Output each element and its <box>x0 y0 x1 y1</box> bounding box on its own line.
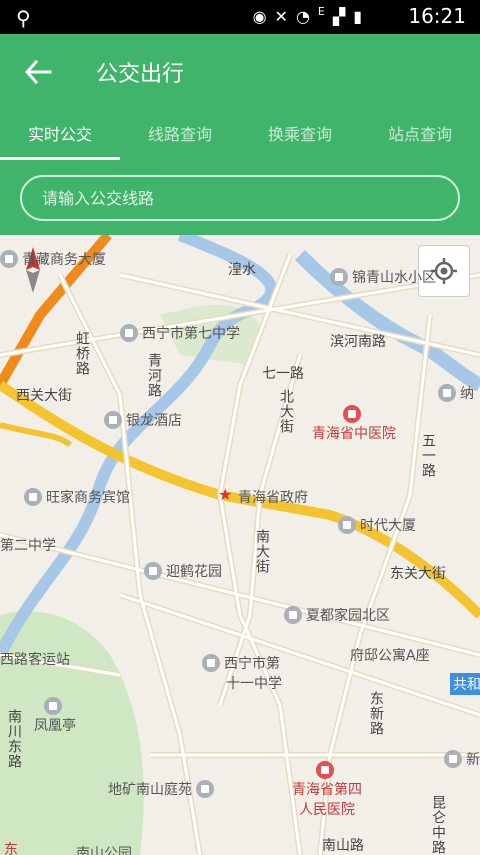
wifi-icon: ◔ <box>295 7 310 26</box>
poi-residential[interactable]: 府邸公寓A座 <box>350 645 430 665</box>
poi-residential[interactable]: 夏都家园北区 <box>284 605 390 625</box>
app: ⚲ ◉ ✕ ◔ E ▞ ▮ 16:21 公交出行 实时公交 线路查询 换乘查询 … <box>0 0 480 855</box>
road-label: 五一路 <box>420 433 436 478</box>
poi-school[interactable]: 西宁市第 <box>202 653 280 673</box>
poi-building[interactable]: 纳 <box>438 383 474 403</box>
tab-stop-search[interactable]: 站点查询 <box>360 120 480 164</box>
poi-residential[interactable]: 地矿南山庭苑 <box>108 779 218 799</box>
tab-route-search[interactable]: 线路查询 <box>120 120 240 164</box>
signal-icon: ▞ <box>332 7 346 26</box>
usb-icon: ⚲ <box>16 6 31 30</box>
battery-icon: ▮ <box>353 7 362 26</box>
status-icons: ◉ ✕ ◔ E ▞ ▮ <box>252 5 362 27</box>
road-label: 北大街 <box>278 389 294 434</box>
poi-school[interactable]: 第二中学 <box>0 535 56 555</box>
active-tab-indicator <box>0 157 120 160</box>
poi-building[interactable]: 时代大厦 <box>338 515 416 535</box>
poi-park[interactable]: 南山公园 <box>76 843 132 855</box>
header: 公交出行 实时公交 线路查询 换乘查询 站点查询 <box>0 34 480 235</box>
road-label: 东 <box>4 842 18 855</box>
back-arrow-icon[interactable] <box>22 56 54 88</box>
poi-scenic[interactable]: 凤凰亭 <box>34 697 76 735</box>
map-base: ★ <box>0 235 480 855</box>
poi-hospital[interactable]: 青海省中医院 <box>312 405 396 443</box>
poi-residential[interactable]: 迎鹤花园 <box>144 561 222 581</box>
poi-hotel[interactable]: 旺家商务宾馆 <box>24 487 130 507</box>
poi-school[interactable]: 十一中学 <box>226 673 282 693</box>
road-label: 昆仑中路 <box>430 795 446 855</box>
map-view[interactable]: ★ 青藏商务大厦 锦青山水小区 西宁市第七中学 纳 银龙酒店 青海省中医院 旺家… <box>0 235 480 855</box>
network-type: E <box>317 5 325 18</box>
road-label: 东新路 <box>368 691 384 736</box>
search-box[interactable] <box>20 175 460 221</box>
page-title: 公交出行 <box>96 62 185 87</box>
road-label: 南大街 <box>254 529 270 574</box>
road-label: 七一路 <box>262 366 304 382</box>
road-label: 青河路 <box>146 353 162 398</box>
government-star-icon: ★ <box>218 485 232 504</box>
road-label: 东关大街 <box>390 566 446 582</box>
poi-station[interactable]: 西路客运站 <box>0 649 70 669</box>
road-label: 湟水 <box>228 262 256 278</box>
poi-building[interactable]: 锦青山水小区 <box>330 267 436 287</box>
road-label: 滨河南路 <box>330 334 386 350</box>
road-sign-gonghe: 共和 <box>450 673 480 695</box>
tab-transfer-search[interactable]: 换乘查询 <box>240 120 360 164</box>
search-input[interactable] <box>22 177 458 219</box>
poi-government[interactable]: 青海省政府 <box>238 487 308 507</box>
poi-school[interactable]: 西宁市第七中学 <box>120 323 240 343</box>
poi-building[interactable]: 新 <box>444 749 480 769</box>
road-label: 南川东路 <box>6 709 22 769</box>
poi-hotel[interactable]: 银龙酒店 <box>104 410 182 430</box>
poi-building[interactable]: 青藏商务大厦 <box>0 249 106 269</box>
status-time: 16:21 <box>408 4 466 28</box>
eye-icon: ◉ <box>252 7 267 26</box>
poi-hospital[interactable]: 青海省第四 人民医院 <box>292 761 362 819</box>
road-label: 南山路 <box>322 838 364 854</box>
mute-icon: ✕ <box>274 7 288 26</box>
road-label: 西关大街 <box>16 388 72 404</box>
road-label: 虹桥路 <box>74 331 90 376</box>
status-bar: ⚲ ◉ ✕ ◔ E ▞ ▮ 16:21 <box>0 0 480 34</box>
